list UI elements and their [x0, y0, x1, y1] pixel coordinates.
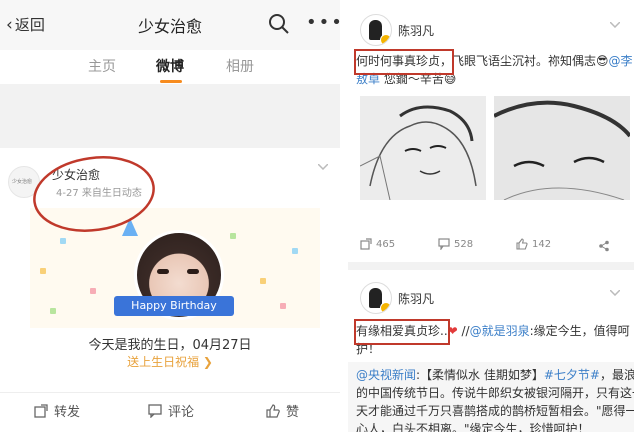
- avatar[interactable]: [360, 14, 392, 46]
- right-screenshot-panel: 陈羽凡 何时何事真珍贞，飞眼飞语尘沉衬。祢知偶志😎@李 敖卓 您鐗～辛苦😅 46…: [348, 0, 634, 432]
- quote-line-2: 的中国传统节日。传说牛郎织女被银河隔开，只有这一: [356, 386, 634, 400]
- like-label: 赞: [286, 405, 300, 420]
- share-icon: [34, 403, 48, 418]
- comment-button[interactable]: 528: [438, 238, 473, 250]
- comment-label: 评论: [168, 405, 195, 420]
- hashtag-link[interactable]: #七夕节#: [544, 368, 600, 382]
- repost-button[interactable]: 465: [360, 238, 395, 250]
- thumbs-up-icon: [266, 403, 280, 418]
- chevron-down-icon[interactable]: [318, 164, 328, 170]
- mention-link[interactable]: @央视新闻: [356, 368, 416, 382]
- avatar-label: 少女治愈: [12, 179, 33, 185]
- like-count: 142: [532, 238, 552, 250]
- thumbs-up-icon: [516, 238, 528, 250]
- active-tab-indicator: [160, 80, 182, 83]
- share-icon: [360, 238, 372, 250]
- more-options-icon[interactable]: •••: [306, 12, 340, 33]
- post-username[interactable]: 陈羽凡: [398, 22, 434, 39]
- post-username[interactable]: 陈羽凡: [398, 290, 434, 307]
- mention-link[interactable]: @就是羽泉: [470, 324, 530, 338]
- birthday-message: 今天是我的生日，04月27日: [88, 338, 252, 353]
- send-wishes-link[interactable]: 送上生日祝福 ❯: [0, 353, 340, 370]
- sketch-image-1[interactable]: [359, 96, 486, 201]
- quote-text: :【柔情似水 佳期如梦】: [416, 368, 544, 382]
- section-spacer: [0, 84, 340, 148]
- sketch-image-2[interactable]: [493, 96, 632, 201]
- repost-label: 转发: [54, 405, 81, 420]
- quote-line-3: 天才能通过千万只喜鹊搭成的鹊桥短暂相会。"愿得一: [356, 404, 634, 418]
- verified-badge-icon: [380, 34, 391, 45]
- post-action-bar: 转发 评论 赞: [0, 392, 340, 432]
- verified-badge-icon: [380, 302, 391, 313]
- like-button[interactable]: 赞: [266, 401, 299, 420]
- comment-button[interactable]: 评论: [148, 401, 194, 420]
- search-icon[interactable]: [268, 13, 290, 35]
- post-card-2: 陈羽凡 有缘相爱真贞珍..❤ //@就是羽泉:缘定今生，值得呵 护！ @央视新闻…: [348, 270, 634, 432]
- comment-count: 528: [454, 238, 474, 250]
- sketch-drawing: [359, 96, 486, 201]
- top-nav-bar: ‹ 返回 少女治愈 •••: [0, 0, 340, 50]
- comment-icon: [438, 238, 450, 250]
- tab-home[interactable]: 主页: [88, 56, 116, 76]
- tab-weibo[interactable]: 微博: [156, 56, 184, 76]
- mention-link[interactable]: @李: [609, 54, 633, 68]
- tab-album[interactable]: 相册: [226, 56, 254, 76]
- repost-count: 465: [376, 238, 396, 250]
- post-text: //: [457, 324, 470, 338]
- left-screenshot-panel: ‹ 返回 少女治愈 ••• 主页 微博 相册 少女治愈 少女治愈 4-27 来自…: [0, 0, 340, 432]
- post-text: :缘定今生，值得呵: [529, 324, 630, 338]
- comment-icon: [148, 403, 162, 418]
- chevron-down-icon[interactable]: [610, 22, 620, 28]
- avatar[interactable]: [360, 282, 392, 314]
- quoted-post[interactable]: @央视新闻:【柔情似水 佳期如梦】#七夕节#，最浪漫 的中国传统节日。传说牛郎织…: [348, 362, 634, 432]
- happy-birthday-ribbon: Happy Birthday: [114, 296, 234, 316]
- chevron-down-icon[interactable]: [610, 290, 620, 296]
- post-text: 飞眼飞语尘沉衬。祢知偶志😎: [452, 54, 609, 68]
- share-nodes-icon[interactable]: [598, 240, 610, 252]
- red-annotation-box: [354, 319, 450, 345]
- repost-button[interactable]: 转发: [34, 401, 80, 420]
- sketch-drawing: [493, 96, 632, 201]
- red-annotation-circle: [33, 156, 155, 232]
- quote-line-4: 心人，白头不相离。"缘定今生，珍惜呵护！: [356, 422, 590, 432]
- panel-gap: [340, 0, 348, 432]
- like-button[interactable]: 142: [516, 238, 551, 250]
- quote-text: ，最浪漫: [600, 368, 634, 382]
- quote-line-1: @央视新闻:【柔情似水 佳期如梦】#七夕节#，最浪漫: [356, 366, 634, 384]
- post-1-action-bar: 465 528 142: [348, 238, 634, 266]
- red-annotation-box: [354, 49, 454, 75]
- post-card-1: 陈羽凡 何时何事真珍贞，飞眼飞语尘沉衬。祢知偶志😎@李 敖卓 您鐗～辛苦😅 46…: [348, 0, 634, 262]
- birthday-post-card: 少女治愈 少女治愈 4-27 来自生日动态 Happy Birthday 今天是…: [0, 148, 340, 398]
